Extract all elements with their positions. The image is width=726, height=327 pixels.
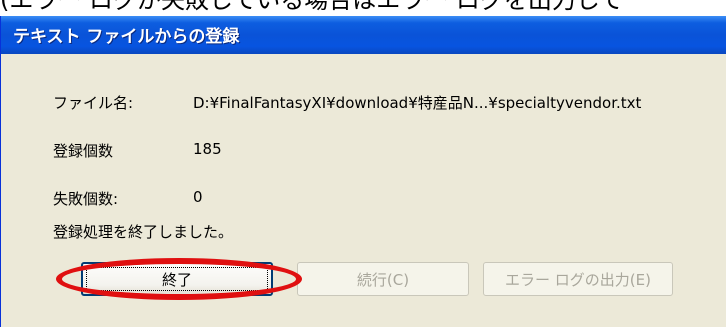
- continue-button-label: 続行(C): [356, 270, 410, 289]
- registered-count-value: 185: [193, 140, 222, 158]
- failed-count-label: 失敗個数:: [53, 190, 119, 208]
- background-document-text: (エラー ログが失敗している場合はエラー ログを出力して: [0, 0, 624, 14]
- status-message: 登録処理を終了しました。: [53, 223, 234, 241]
- title-bar[interactable]: テキスト ファイルからの登録: [1, 16, 726, 54]
- file-name-label: ファイル名:: [53, 94, 134, 112]
- error-log-output-button[interactable]: エラー ログの出力(E): [483, 262, 673, 296]
- failed-count-value: 0: [193, 188, 203, 206]
- end-button[interactable]: 終了: [81, 262, 273, 296]
- file-name-value: D:¥FinalFantasyXI¥download¥特産品N...¥speci…: [193, 94, 642, 112]
- continue-button[interactable]: 続行(C): [297, 262, 469, 296]
- registered-count-label: 登録個数: [53, 142, 114, 160]
- focus-rectangle: [86, 267, 268, 291]
- dialog-window: テキスト ファイルからの登録 ファイル名: D:¥FinalFantasyXI¥…: [0, 16, 726, 327]
- error-log-button-label: エラー ログの出力(E): [505, 270, 651, 289]
- dialog-title: テキスト ファイルからの登録: [13, 27, 240, 47]
